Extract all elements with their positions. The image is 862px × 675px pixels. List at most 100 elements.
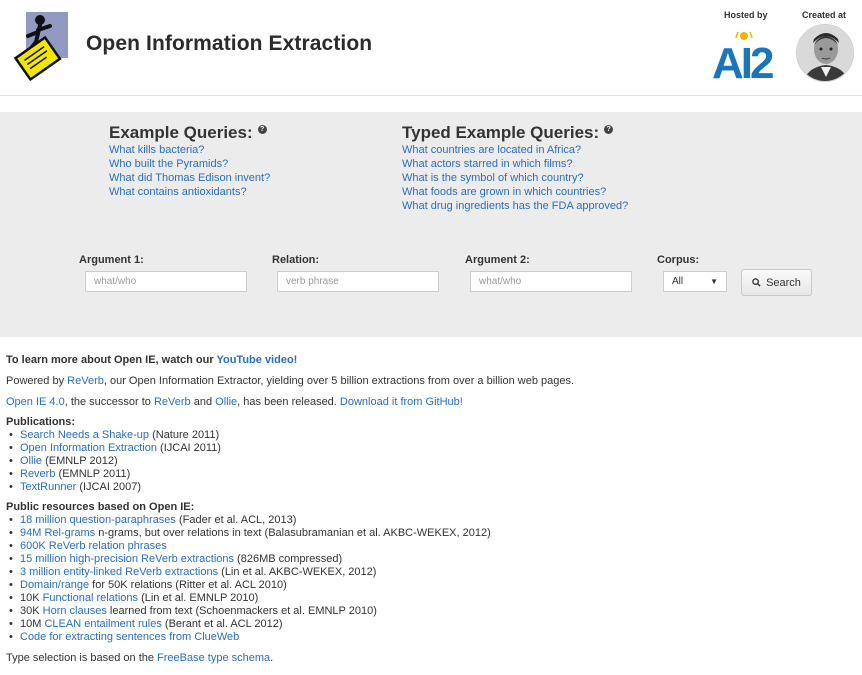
- resource-link[interactable]: 600K ReVerb relation phrases: [20, 540, 167, 552]
- typed-query-link[interactable]: What countries are located in Africa?: [402, 144, 581, 156]
- typed-example-queries-heading: Typed Example Queries: ?: [402, 124, 628, 141]
- reverb-link[interactable]: ReVerb: [67, 375, 104, 387]
- help-icon[interactable]: ?: [257, 125, 267, 134]
- search-button[interactable]: Search: [741, 269, 812, 296]
- argument1-input[interactable]: [85, 271, 247, 292]
- runner-with-sign-logo[interactable]: [10, 8, 76, 82]
- page-title: Open Information Extraction: [86, 32, 373, 55]
- relation-field-group: Relation:: [272, 254, 439, 292]
- list-item: Search Needs a Shake-up (Nature 2011): [6, 429, 856, 442]
- corpus-select[interactable]: All ▼: [663, 271, 727, 292]
- powered-by-prefix: Powered by: [6, 375, 68, 387]
- publication-link[interactable]: Search Needs a Shake-up: [20, 429, 149, 441]
- powered-by-line: Powered by ReVerb, our Open Information …: [6, 374, 856, 388]
- avatar[interactable]: [796, 24, 854, 82]
- resource-link[interactable]: 18 million question-paraphrases: [20, 514, 176, 526]
- resources-heading: Public resources based on Open IE:: [6, 501, 195, 513]
- resource-prefix: 10K: [20, 592, 43, 604]
- openie4-line: Open IE 4.0, the successor to ReVerb and…: [6, 395, 856, 409]
- help-icon[interactable]: ?: [604, 125, 614, 134]
- openie4-text-3: , has been released.: [237, 396, 340, 408]
- resource-link[interactable]: Functional relations: [43, 592, 138, 604]
- publications-heading: Publications:: [6, 416, 76, 428]
- youtube-video-link[interactable]: YouTube video!: [216, 354, 297, 366]
- openie4-link[interactable]: Open IE 4.0: [6, 396, 65, 408]
- resource-link[interactable]: Horn clauses: [43, 605, 107, 617]
- publication-link[interactable]: Open Information Extraction: [20, 442, 157, 454]
- freebase-link[interactable]: FreeBase type schema: [157, 652, 270, 664]
- publication-venue: (EMNLP 2012): [42, 455, 118, 467]
- resource-prefix: 10M: [20, 618, 45, 630]
- search-button-label: Search: [766, 276, 801, 289]
- ollie-link[interactable]: Ollie: [215, 396, 237, 408]
- chevron-down-icon: ▼: [710, 277, 718, 286]
- list-item: 94M Rel-grams n-grams, but over relation…: [6, 527, 856, 540]
- example-queries-list: What kills bacteria? Who built the Pyram…: [109, 143, 270, 199]
- publication-venue: (EMNLP 2011): [55, 468, 131, 480]
- type-selection-prefix: Type selection is based on the: [6, 652, 158, 664]
- publication-venue: (Nature 2011): [149, 429, 220, 441]
- argument1-field-group: Argument 1:: [79, 254, 247, 292]
- typed-query-link[interactable]: What is the symbol of which country?: [402, 172, 584, 184]
- resource-link[interactable]: Domain/range: [20, 579, 89, 591]
- publication-link[interactable]: Ollie: [20, 455, 42, 467]
- resource-text: learned from text (Schoenmackers et al. …: [106, 605, 377, 617]
- hosted-by-label: Hosted by: [724, 10, 768, 20]
- example-query-link[interactable]: Who built the Pyramids?: [109, 158, 228, 170]
- resource-text: (Berant et al. ACL 2012): [161, 618, 283, 630]
- list-item: 30K Horn clauses learned from text (Scho…: [6, 605, 856, 618]
- corpus-field-group: Corpus: All ▼: [657, 254, 727, 292]
- publication-link[interactable]: TextRunner: [20, 481, 76, 493]
- typed-example-queries-title: Typed Example Queries:: [402, 123, 600, 142]
- openie4-text-1: , the successor to: [64, 396, 154, 408]
- list-item: Reverb (EMNLP 2011): [6, 468, 856, 481]
- list-item: 18 million question-paraphrases (Fader e…: [6, 514, 856, 527]
- learn-more-text: To learn more about Open IE, watch our: [6, 354, 217, 366]
- example-query-link[interactable]: What did Thomas Edison invent?: [109, 172, 270, 184]
- corpus-label: Corpus:: [657, 254, 700, 266]
- publications-list: Search Needs a Shake-up (Nature 2011) Op…: [6, 429, 856, 494]
- resource-text: (Lin et al. EMNLP 2010): [138, 592, 259, 604]
- download-github-link[interactable]: Download it from GitHub!: [340, 396, 463, 408]
- resource-link[interactable]: Code for extracting sentences from ClueW…: [20, 631, 239, 643]
- list-item: Domain/range for 50K relations (Ritter e…: [6, 579, 856, 592]
- reverb-link[interactable]: ReVerb: [154, 396, 191, 408]
- example-query-link[interactable]: What kills bacteria?: [109, 144, 204, 156]
- typed-query-link[interactable]: What foods are grown in which countries?: [402, 186, 606, 198]
- list-item: Ollie (EMNLP 2012): [6, 455, 856, 468]
- ai2-logo[interactable]: AI2: [710, 28, 782, 88]
- resource-prefix: 30K: [20, 605, 43, 617]
- relation-label: Relation:: [272, 254, 320, 266]
- search-icon: [752, 278, 761, 287]
- list-item: 15 million high-precision ReVerb extract…: [6, 553, 856, 566]
- resource-text: (826MB compressed): [234, 553, 343, 565]
- resource-link[interactable]: 15 million high-precision ReVerb extract…: [20, 553, 234, 565]
- typed-query-link[interactable]: What drug ingredients has the FDA approv…: [402, 200, 628, 212]
- corpus-selected-value: All: [672, 276, 684, 287]
- typed-query-link[interactable]: What actors starred in which films?: [402, 158, 573, 170]
- resource-text: for 50K relations (Ritter et al. ACL 201…: [89, 579, 287, 591]
- list-item: Open Information Extraction (IJCAI 2011): [6, 442, 856, 455]
- resource-text: (Fader et al. ACL, 2013): [175, 514, 297, 526]
- resource-link[interactable]: 94M Rel-grams: [20, 527, 95, 539]
- list-item: 10M CLEAN entailment rules (Berant et al…: [6, 618, 856, 631]
- resource-link[interactable]: 3 million entity-linked ReVerb extractio…: [20, 566, 218, 578]
- type-selection-line: Type selection is based on the FreeBase …: [6, 651, 856, 665]
- list-item: TextRunner (IJCAI 2007): [6, 481, 856, 494]
- search-form: Argument 1: Relation: Argument 2: Corpus…: [0, 254, 862, 304]
- relation-input[interactable]: [277, 271, 439, 292]
- argument2-input[interactable]: [470, 271, 632, 292]
- publication-link[interactable]: Reverb: [20, 468, 55, 480]
- resources-list: 18 million question-paraphrases (Fader e…: [6, 514, 856, 644]
- example-queries-heading: Example Queries: ?: [109, 124, 270, 141]
- ai2-logo-text: AI2: [712, 39, 773, 82]
- typed-example-queries: Typed Example Queries: ? What countries …: [402, 124, 628, 213]
- example-query-link[interactable]: What contains antioxidants?: [109, 186, 247, 198]
- resource-text: (Lin et al. AKBC-WEKEX, 2012): [218, 566, 377, 578]
- openie4-text-2: and: [190, 396, 216, 408]
- resource-text: n-grams, but over relations in text (Bal…: [95, 527, 491, 539]
- type-selection-suffix: .: [270, 652, 274, 664]
- resource-link[interactable]: CLEAN entailment rules: [44, 618, 161, 630]
- argument1-label: Argument 1:: [79, 254, 144, 266]
- list-item: 600K ReVerb relation phrases: [6, 540, 856, 553]
